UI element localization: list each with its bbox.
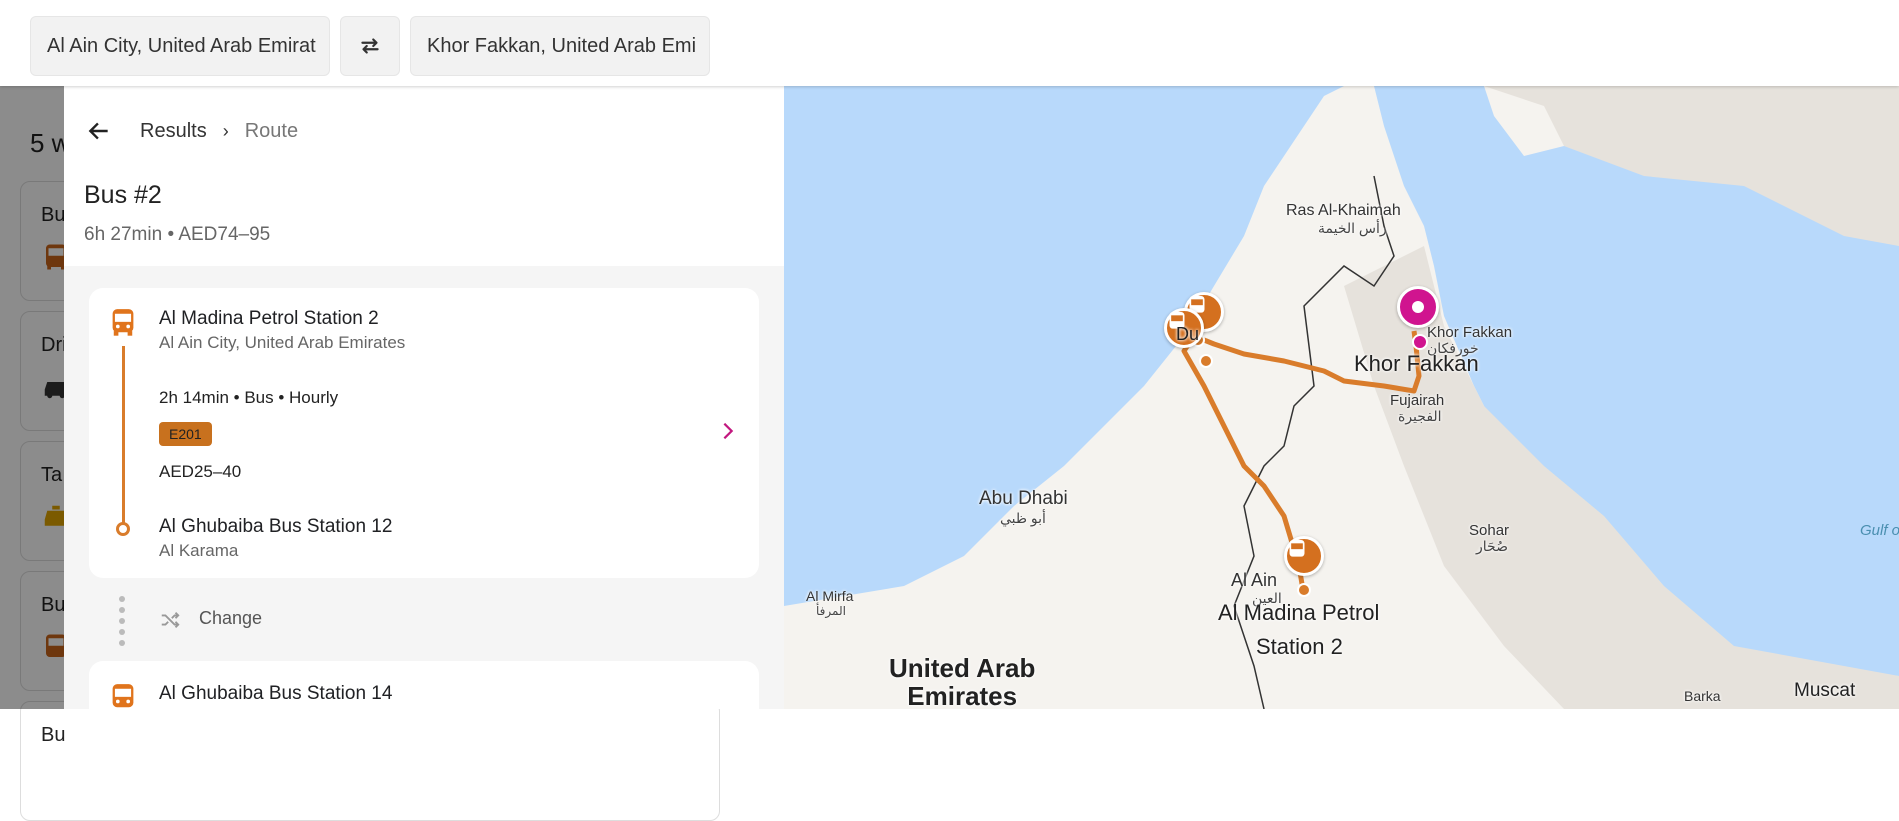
map-label: Sohar [1469,522,1510,539]
from-stop-name: Al Ghubaiba Bus Station 14 [159,683,393,704]
breadcrumb-current: Route [244,119,299,142]
route-line [122,346,125,524]
swap-arrows-icon [361,38,379,54]
breadcrumb: Results › Route [84,114,298,148]
map-label: رأس الخيمة [1318,220,1387,236]
result-card[interactable]: Bu [20,701,720,821]
breadcrumb-results-link[interactable]: Results [140,120,207,143]
origin-bus-pin[interactable] [1284,536,1324,576]
route-detail-panel: Results › Route Bus #2 6h 27min • AED74–… [64,86,784,709]
map-label: Khor Fakkan [1354,351,1479,376]
origin-map-label: Al Madina Petrol [1218,600,1380,625]
map[interactable]: Ras Al-Khaimah رأس الخيمة Khor Fakkan خو… [784,86,1899,709]
from-stop-area: Al Ain City, United Arab Emirates [159,333,406,352]
route-stop-dot [1199,354,1213,368]
map-label: Al Ain [1231,570,1278,590]
map-label: Abu Dhabi [979,488,1068,509]
map-label: Barka [1684,688,1721,704]
map-label: أبو ظبي [1000,510,1046,526]
route-stop-dot [1297,583,1311,597]
origin-input[interactable]: Al Ain City, United Arab Emirat [30,16,330,76]
chevron-right-icon[interactable] [717,418,739,444]
map-label: Muscat [1794,680,1856,701]
destination-pin[interactable] [1397,286,1439,328]
from-stop-name: Al Madina Petrol Station 2 [159,308,379,329]
map-label: Ras Al-Khaimah [1286,202,1401,219]
stop-end-marker [116,522,130,536]
shuffle-icon [161,612,180,628]
change-label: Change [199,608,263,628]
map-label: Du [1176,324,1200,344]
route-title: Bus #2 [84,181,162,209]
swap-button[interactable] [340,16,400,76]
to-stop-name: Al Ghubaiba Bus Station 12 [159,516,393,537]
origin-map-label: Station 2 [1256,634,1343,659]
segment-card[interactable]: Al Madina Petrol Station 2 Al Ain City, … [89,288,759,578]
map-label: Khor Fakkan [1427,324,1513,341]
segment-info: 2h 14min • Bus • Hourly [159,388,339,407]
bus-icon [112,309,134,336]
segment-card[interactable]: Al Ghubaiba Bus Station 14 Al Karama [89,661,759,709]
line-badge: E201 [159,422,212,446]
map-label: الفجيرة [1398,408,1442,424]
bus-icon [1289,540,1305,557]
land-iran [1484,86,1899,246]
map-label: صُحَار [1476,538,1508,554]
map-label: Gulf o [1860,522,1899,539]
arrow-left-icon [88,122,108,140]
destination-input[interactable]: Khor Fakkan, United Arab Emi [410,16,710,76]
change-step: Change [89,596,759,646]
bus-icon [112,684,134,708]
transfer-dots [119,596,127,646]
breadcrumb-separator: › [222,120,229,141]
search-header: Al Ain City, United Arab Emirat Khor Fak… [0,0,1899,86]
map-label: المرفأ [816,604,846,618]
to-stop-area: Al Karama [159,541,239,560]
country-label: United Arab Emirates [889,653,1036,709]
route-steps: Al Madina Petrol Station 2 Al Ain City, … [64,266,784,709]
map-label: Al Mirfa [806,588,854,604]
back-button[interactable] [84,116,114,146]
route-summary: 6h 27min • AED74–95 [84,224,271,245]
destination-dot [1412,334,1428,350]
segment-price: AED25–40 [159,462,242,481]
map-label: Fujairah [1390,392,1445,409]
